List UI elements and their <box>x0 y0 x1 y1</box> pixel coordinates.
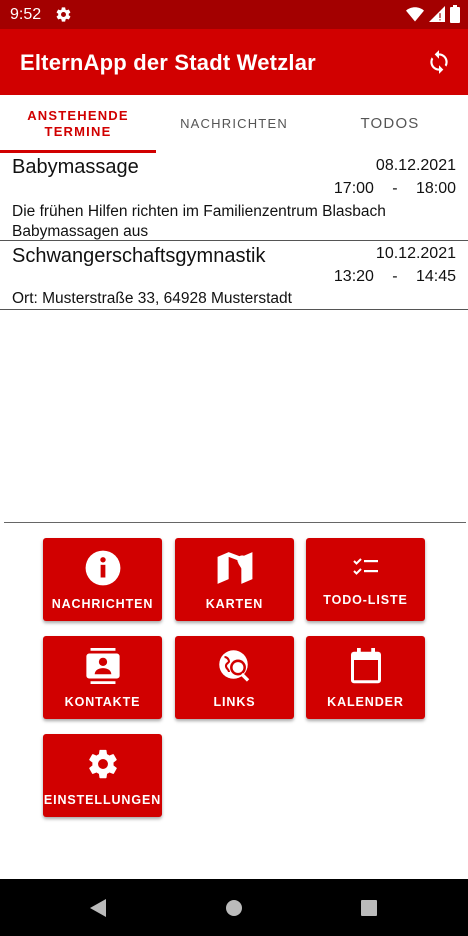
tile-label: LINKS <box>213 695 256 709</box>
home-button[interactable] <box>223 897 245 919</box>
kalender-button[interactable]: KALENDER <box>306 636 425 719</box>
info-icon <box>43 550 162 586</box>
signal-icon <box>429 6 445 22</box>
tab-label: TODOS <box>360 115 420 132</box>
event-time: 13:20 - 14:45 <box>334 268 456 286</box>
event-title: Babymassage <box>12 156 139 178</box>
tab-todos[interactable]: TODOS <box>312 95 468 153</box>
tile-label: NACHRICHTEN <box>51 597 154 611</box>
recents-icon <box>361 900 377 916</box>
nachrichten-button[interactable]: NACHRICHTEN <box>43 538 162 621</box>
status-indicators <box>406 5 460 23</box>
event-end: 14:45 <box>415 268 456 285</box>
settings-status-icon <box>55 6 72 23</box>
wifi-icon <box>406 7 424 22</box>
tab-messages[interactable]: NACHRICHTEN <box>156 95 312 153</box>
sync-icon <box>430 50 448 74</box>
event-title: Schwangerschaftsgymnastik <box>12 245 266 267</box>
app-title: ElternApp der Stadt Wetzlar <box>20 50 316 75</box>
home-icon <box>226 900 242 916</box>
tile-label: TODO-LISTE <box>323 593 408 607</box>
status-time: 9:52 <box>10 6 42 23</box>
tile-label: EINSTELLUNGEN <box>43 793 162 807</box>
event-date: 10.12.2021 <box>375 245 456 262</box>
back-icon <box>90 899 106 917</box>
todo-liste-button[interactable]: TODO-LISTE <box>306 538 425 621</box>
event-time: 17:00 - 18:00 <box>334 180 456 198</box>
contacts-icon <box>43 648 162 684</box>
event-date: 08.12.2021 <box>375 157 456 174</box>
system-nav-bar <box>0 879 468 936</box>
event-time-separator: - <box>392 180 398 197</box>
web-search-icon <box>175 648 294 684</box>
tab-upcoming-events[interactable]: ANSTEHENDE TERMINE <box>0 95 156 153</box>
map-icon <box>175 550 294 586</box>
karten-button[interactable]: KARTEN <box>175 538 294 621</box>
calendar-icon <box>306 648 425 684</box>
event-description: Ort: Musterstraße 33, 64928 Musterstadt <box>12 290 292 307</box>
divider <box>4 522 466 523</box>
tab-label: NACHRICHTEN <box>180 116 288 131</box>
tab-label: ANSTEHENDE TERMINE <box>27 108 129 139</box>
event-time-separator: - <box>392 268 398 285</box>
back-button[interactable] <box>87 897 109 919</box>
kontakte-button[interactable]: KONTAKTE <box>43 636 162 719</box>
event-item[interactable]: Babymassage 08.12.2021 17:00 - 18:00 Die… <box>0 153 468 241</box>
event-start: 13:20 <box>333 268 374 285</box>
event-end: 18:00 <box>415 180 456 197</box>
event-description: Die frühen Hilfen richten im Familienzen… <box>12 203 386 240</box>
recents-button[interactable] <box>358 897 380 919</box>
battery-icon <box>450 5 460 23</box>
tile-label: KONTAKTE <box>64 695 141 709</box>
tile-label: KALENDER <box>327 695 404 709</box>
event-item[interactable]: Schwangerschaftsgymnastik 10.12.2021 13:… <box>0 241 468 310</box>
checklist-icon <box>306 554 425 582</box>
links-button[interactable]: LINKS <box>175 636 294 719</box>
sync-button[interactable] <box>424 47 454 77</box>
app-bar: ElternApp der Stadt Wetzlar <box>0 29 468 95</box>
tile-label: KARTEN <box>205 597 264 611</box>
gear-icon <box>43 746 162 782</box>
event-start: 17:00 <box>333 180 374 197</box>
status-bar: 9:52 <box>0 0 468 29</box>
tab-bar: ANSTEHENDE TERMINE NACHRICHTEN TODOS <box>0 95 468 153</box>
einstellungen-button[interactable]: EINSTELLUNGEN <box>43 734 162 817</box>
